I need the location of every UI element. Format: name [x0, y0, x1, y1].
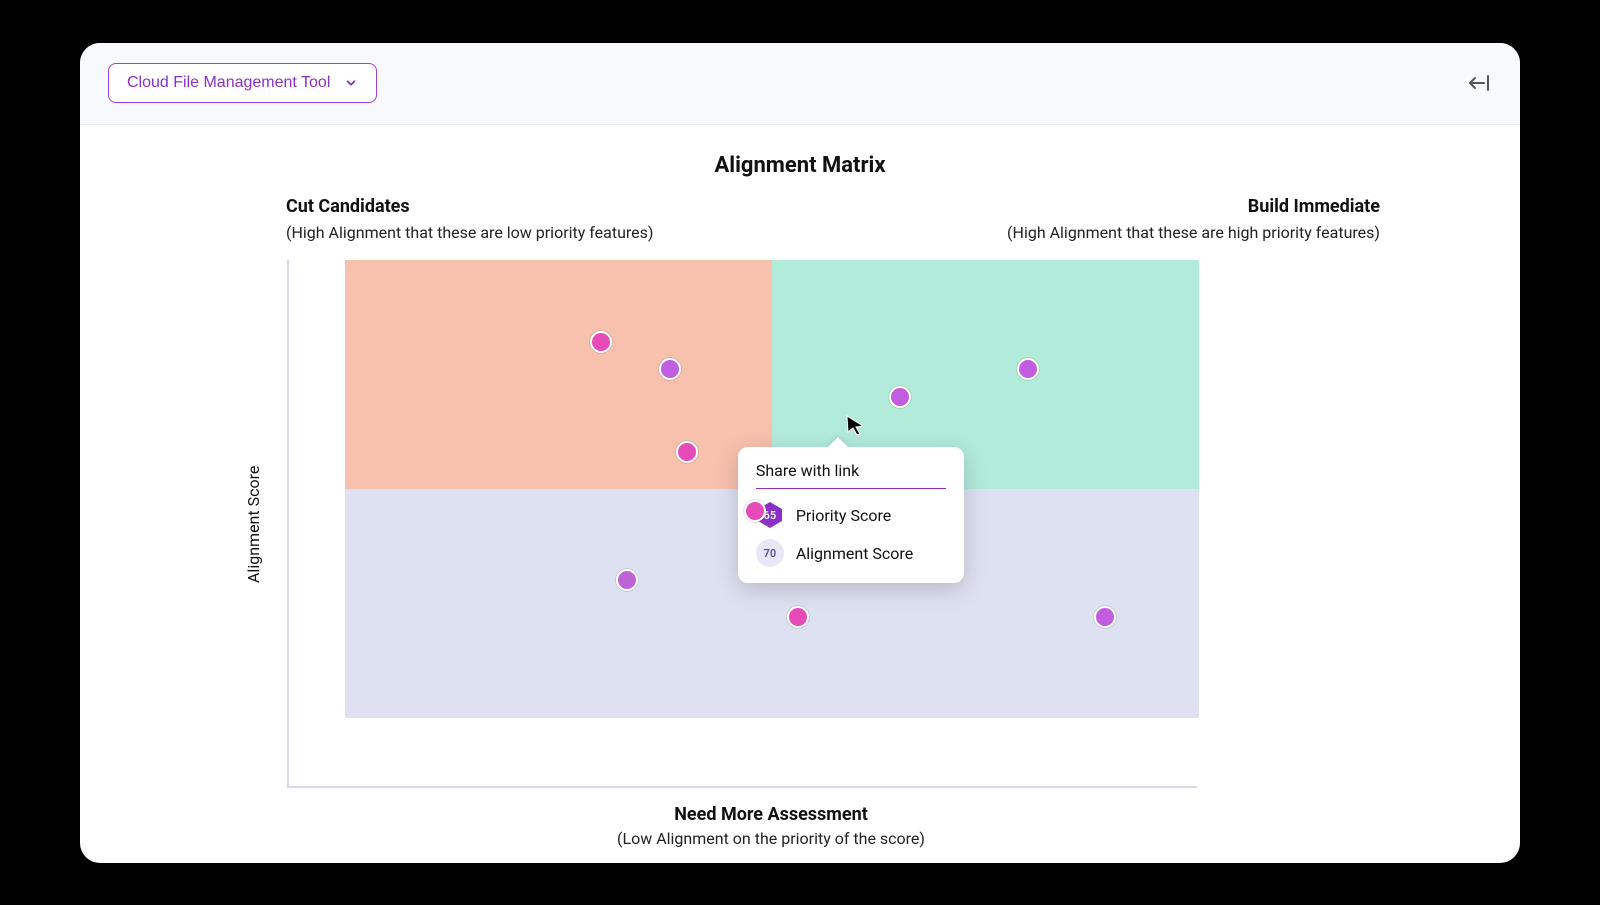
quadrant-title: Build Immediate [1007, 196, 1380, 217]
tooltip-priority-label: Priority Score [796, 506, 891, 525]
chart-datapoint[interactable] [676, 441, 698, 463]
plot-wrap: Alignment Score Share with link [220, 260, 1380, 788]
chart-datapoint[interactable] [1094, 606, 1116, 628]
project-selector[interactable]: Cloud File Management Tool [108, 63, 377, 103]
quadrant-subtitle: (Low Alignment on the priority of the sc… [345, 829, 1197, 848]
datapoint-tooltip: Share with link 65 Priority Score 70 [738, 447, 964, 583]
tooltip-alignment-row: 70 Alignment Score [756, 539, 946, 567]
quadrant-label-build-immediate: Build Immediate (High Alignment that the… [1007, 196, 1380, 242]
y-axis-label: Alignment Score [220, 260, 287, 788]
topbar: Cloud File Management Tool [80, 43, 1520, 125]
quadrant-label-cut-candidates: Cut Candidates (High Alignment that thes… [286, 196, 653, 242]
panel-collapse-button[interactable] [1466, 73, 1492, 93]
quadrant-need-assessment-left [345, 489, 772, 718]
quadrant-grid: Share with link 65 Priority Score 70 [345, 260, 1199, 718]
chevron-down-icon [344, 76, 358, 90]
quadrant-title: Need More Assessment [345, 804, 1197, 825]
quadrant-cut-candidates [345, 260, 772, 489]
chart-area: Alignment Matrix Cut Candidates (High Al… [80, 125, 1520, 863]
tooltip-alignment-label: Alignment Score [796, 544, 913, 563]
quadrant-subtitle: (High Alignment that these are high prio… [1007, 223, 1380, 242]
tooltip-priority-row: 65 Priority Score [756, 501, 946, 529]
chart-datapoint[interactable] [590, 331, 612, 353]
quadrant-title: Cut Candidates [286, 196, 653, 217]
cursor-icon [843, 413, 867, 437]
chart-datapoint[interactable] [889, 386, 911, 408]
quadrant-top-labels: Cut Candidates (High Alignment that thes… [220, 196, 1380, 242]
project-selector-label: Cloud File Management Tool [127, 74, 330, 92]
chart-datapoint[interactable] [659, 358, 681, 380]
alignment-badge-icon: 70 [756, 539, 784, 567]
chart-title: Alignment Matrix [220, 153, 1380, 178]
plot-frame: Share with link 65 Priority Score 70 [287, 260, 1197, 788]
x-axis-label: Priority Score [220, 862, 1380, 863]
quadrant-label-need-assessment: Need More Assessment (Low Alignment on t… [345, 804, 1197, 848]
alignment-badge-value: 70 [764, 547, 777, 560]
chart-datapoint[interactable] [744, 500, 766, 522]
chart-datapoint[interactable] [1017, 358, 1039, 380]
app-frame: Cloud File Management Tool Alignment Mat… [80, 43, 1520, 863]
chart-datapoint[interactable] [787, 606, 809, 628]
tooltip-feature-name: Share with link [756, 461, 946, 489]
chart-datapoint[interactable] [616, 569, 638, 591]
quadrant-subtitle: (High Alignment that these are low prior… [286, 223, 653, 242]
